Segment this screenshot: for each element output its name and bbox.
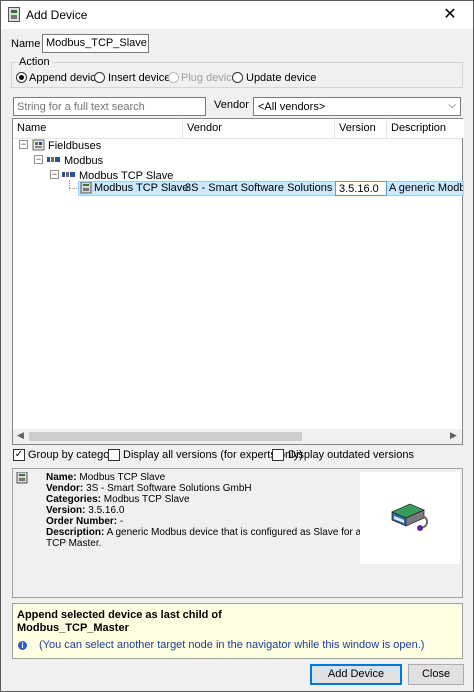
close-button[interactable]: Close <box>408 664 464 685</box>
window-title: Add Device <box>26 8 88 22</box>
group-by-category-label[interactable]: Group by category <box>28 449 119 461</box>
collapse-icon[interactable]: − <box>50 170 59 179</box>
insert-device-radio[interactable] <box>94 72 105 83</box>
close-window-icon[interactable]: ✕ <box>427 1 473 29</box>
tree-connector <box>69 188 77 189</box>
chevron-down-icon: ⌵ <box>448 100 456 111</box>
vendor-select-value: <All vendors> <box>258 101 326 113</box>
search-input[interactable] <box>13 97 206 116</box>
display-outdated-checkbox[interactable] <box>272 449 284 461</box>
name-input-value: Modbus_TCP_Slave <box>46 37 147 49</box>
info-description: Description: A generic Modbus device tha… <box>46 527 400 538</box>
device-icon <box>80 181 93 194</box>
row-description: A generic Modbus d <box>389 182 463 194</box>
update-device-label[interactable]: Update device <box>246 72 316 84</box>
scrollbar-thumb[interactable] <box>29 432 302 441</box>
display-outdated-label[interactable]: Display outdated versions <box>288 449 414 461</box>
hint-line-1: Append selected device as last child of <box>17 609 222 621</box>
modbus-icon <box>62 169 75 180</box>
display-all-versions-checkbox[interactable] <box>108 449 120 461</box>
plug-device-label: Plug device <box>181 72 238 84</box>
info-icon: i <box>18 641 27 650</box>
device-picture-icon <box>391 503 428 531</box>
insert-device-label[interactable]: Insert device <box>108 72 170 84</box>
modbus-icon <box>47 154 60 165</box>
column-header-vendor[interactable]: Vendor <box>183 119 335 138</box>
collapse-icon[interactable]: − <box>19 140 28 149</box>
vendor-select[interactable]: <All vendors> ⌵ <box>253 97 461 116</box>
info-categories: Categories: Modbus TCP Slave <box>46 494 190 505</box>
name-input[interactable]: Modbus_TCP_Slave <box>42 34 149 53</box>
column-header-version[interactable]: Version <box>335 119 387 138</box>
tree-item-label[interactable]: Fieldbuses <box>48 140 101 152</box>
update-device-radio[interactable] <box>232 72 243 83</box>
device-list[interactable]: Name Vendor Version Description − Fieldb… <box>12 118 464 445</box>
tree-item-label[interactable]: Modbus TCP Slave <box>94 182 188 194</box>
collapse-icon[interactable]: − <box>34 155 43 164</box>
group-by-category-checkbox[interactable]: ✓ <box>13 449 25 461</box>
info-name: Name: Modbus TCP Slave <box>46 472 166 483</box>
append-device-radio[interactable] <box>16 72 27 83</box>
tree-connector <box>69 180 70 188</box>
info-order-number: Order Number: - <box>46 516 124 527</box>
plug-device-radio <box>168 72 179 83</box>
info-vendor: Vendor: 3S - Smart Software Solutions Gm… <box>46 483 252 494</box>
device-icon <box>16 471 29 487</box>
scroll-right-icon[interactable]: ▶ <box>450 430 457 441</box>
vendor-label: Vendor <box>214 99 249 111</box>
tree-item-label[interactable]: Modbus <box>64 155 103 167</box>
horizontal-scrollbar[interactable]: ◀ ▶ <box>13 429 462 444</box>
device-image <box>360 472 460 564</box>
append-device-label[interactable]: Append device <box>29 72 102 84</box>
scroll-left-icon[interactable]: ◀ <box>17 430 24 441</box>
app-icon <box>8 7 20 22</box>
fieldbus-icon <box>32 139 45 151</box>
action-group-label: Action <box>17 56 52 68</box>
name-label: Name <box>11 38 41 50</box>
row-version: 3.5.16.0 <box>335 181 387 196</box>
add-device-dialog: Add Device ✕ Name Modbus_TCP_Slave Actio… <box>0 0 474 692</box>
title-bar: Add Device ✕ <box>1 1 473 29</box>
hint-note: (You can select another target node in t… <box>39 639 425 651</box>
info-description-cont: TCP Master. <box>46 538 102 549</box>
add-device-button[interactable]: Add Device <box>310 664 402 685</box>
target-hint-panel: Append selected device as last child of … <box>12 603 463 659</box>
header-divider <box>13 138 462 139</box>
column-header-name[interactable]: Name <box>13 119 183 138</box>
info-version: Version: 3.5.16.0 <box>46 505 125 516</box>
hint-target-node: Modbus_TCP_Master <box>17 622 129 634</box>
column-header-description[interactable]: Description <box>387 119 464 138</box>
device-info-panel: Name: Modbus TCP Slave Vendor: 3S - Smar… <box>12 468 463 598</box>
